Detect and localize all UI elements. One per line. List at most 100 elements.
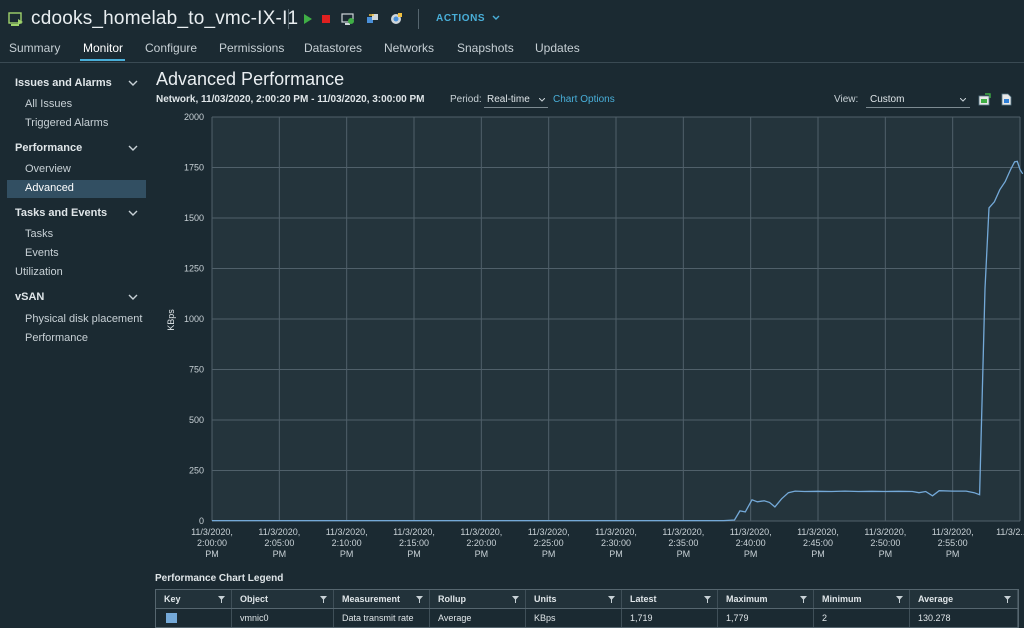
y-tick-label: 1000 [184,314,204,324]
y-tick-label: 1500 [184,213,204,223]
legend-cell-average: 130.278 [910,609,1018,627]
page-title: Advanced Performance [156,69,345,89]
actions-label: ACTIONS [436,13,486,24]
legend-cell-object: vmnic0 [232,609,334,627]
legend-cell-key [156,609,232,627]
period-label: Period: [450,94,482,105]
sidebar-group-issues-and-alarms[interactable]: Issues and Alarms [15,77,112,89]
legend-cell-latest: 1,719 [622,609,718,627]
legend-cell-minimum: 2 [814,609,910,627]
column-header-maximum[interactable]: Maximum [718,590,814,608]
column-header-label: Object [240,594,269,604]
filter-icon[interactable] [218,596,225,603]
tab-permissions[interactable]: Permissions [219,41,284,55]
legend-header-row: Key Object Measurement Rollup Units Latest Max… [156,590,1018,609]
legend-cell-measurement: Data transmit rate [334,609,430,627]
tab-summary[interactable]: Summary [9,41,60,55]
sidebar-item-physical-disk-placement[interactable]: Physical disk placement [25,313,142,325]
vm-icon [8,12,23,26]
filter-icon[interactable] [1004,596,1011,603]
column-header-label: Maximum [726,594,768,604]
sidebar-item-tasks[interactable]: Tasks [25,228,53,240]
filter-icon[interactable] [608,596,615,603]
column-header-average[interactable]: Average [910,590,1018,608]
sidebar-item-triggered-alarms[interactable]: Triggered Alarms [25,117,108,129]
chart-options-link[interactable]: Chart Options [553,94,615,105]
sidebar-group-tasks-and-events[interactable]: Tasks and Events [15,207,107,219]
actions-menu[interactable]: ACTIONS [436,13,500,24]
column-header-label: Key [164,594,181,604]
chevron-down-icon[interactable] [128,144,138,152]
column-header-key[interactable]: Key [156,590,232,608]
column-header-label: Minimum [822,594,862,604]
performance-chart: 025050075010001250150017502000 11/3/2020… [150,110,1024,570]
filter-icon[interactable] [416,596,423,603]
chevron-down-icon [960,98,966,102]
filter-icon[interactable] [896,596,903,603]
series-color-swatch [166,613,177,623]
console-icon[interactable] [341,12,355,26]
tab-monitor[interactable]: Monitor [83,41,123,55]
y-tick-label: 750 [189,365,204,375]
chevron-down-icon [539,98,545,102]
column-header-minimum[interactable]: Minimum [814,590,910,608]
y-tick-label: 500 [189,415,204,425]
view-select[interactable]: Custom [866,93,970,108]
table-row[interactable]: vmnic0 Data transmit rate Average KBps 1,719… [156,609,1018,627]
y-tick-label: 2000 [184,112,204,122]
column-header-label: Measurement [342,594,401,604]
sidebar-group-performance[interactable]: Performance [15,142,82,154]
monitor-sidebar: Issues and Alarms All Issues Triggered A… [0,63,150,625]
y-axis-label: KBps [166,309,176,331]
export-data-icon[interactable] [1000,93,1013,106]
tab-updates[interactable]: Updates [535,41,580,55]
sidebar-item-events[interactable]: Events [25,247,59,259]
sidebar-item-overview[interactable]: Overview [25,163,71,175]
column-header-label: Latest [630,594,657,604]
column-header-label: Units [534,594,557,604]
filter-icon[interactable] [512,596,519,603]
sidebar-item-vsan-performance[interactable]: Performance [25,332,88,344]
chevron-down-icon[interactable] [128,79,138,87]
sidebar-item-advanced[interactable]: Advanced [25,182,74,194]
snapshot-icon[interactable] [389,12,403,26]
column-header-rollup[interactable]: Rollup [430,590,526,608]
column-header-label: Rollup [438,594,466,604]
filter-icon[interactable] [800,596,807,603]
chevron-down-icon [492,15,500,20]
object-header: cdooks_homelab_to_vmc-IX-I1 ACTIONS [0,0,1024,38]
sidebar-group-vsan[interactable]: vSAN [15,291,44,303]
sidebar-item-all-issues[interactable]: All Issues [25,98,72,110]
column-header-object[interactable]: Object [232,590,334,608]
power-on-icon[interactable] [301,12,315,26]
tab-configure[interactable]: Configure [145,41,197,55]
tab-networks[interactable]: Networks [384,41,434,55]
view-label: View: [834,94,859,105]
legend-cell-rollup: Average [430,609,526,627]
export-chart-icon[interactable] [978,93,991,106]
toolbar-divider [288,9,289,29]
legend-table: Key Object Measurement Rollup Units Latest Max… [155,589,1019,628]
legend-cell-units: KBps [526,609,622,627]
period-select[interactable]: Real-time [484,93,548,108]
filter-icon[interactable] [704,596,711,603]
sidebar-item-utilization[interactable]: Utilization [15,266,63,278]
power-off-icon[interactable] [319,12,333,26]
column-header-label: Average [918,594,954,604]
tab-datastores[interactable]: Datastores [304,41,362,55]
period-value: Real-time [487,94,530,105]
chart-toolbar: Network, 11/03/2020, 2:00:20 PM - 11/03/… [156,93,1024,109]
column-header-latest[interactable]: Latest [622,590,718,608]
y-tick-label: 1250 [184,264,204,274]
filter-icon[interactable] [320,596,327,603]
chevron-down-icon[interactable] [128,209,138,217]
y-tick-label: 0 [199,516,204,526]
y-tick-label: 250 [189,466,204,476]
vm-title: cdooks_homelab_to_vmc-IX-I1 [31,8,299,29]
migrate-icon[interactable] [366,12,380,26]
legend-cell-maximum: 1,779 [718,609,814,627]
column-header-units[interactable]: Units [526,590,622,608]
tab-snapshots[interactable]: Snapshots [457,41,514,55]
chevron-down-icon[interactable] [128,293,138,301]
column-header-measurement[interactable]: Measurement [334,590,430,608]
